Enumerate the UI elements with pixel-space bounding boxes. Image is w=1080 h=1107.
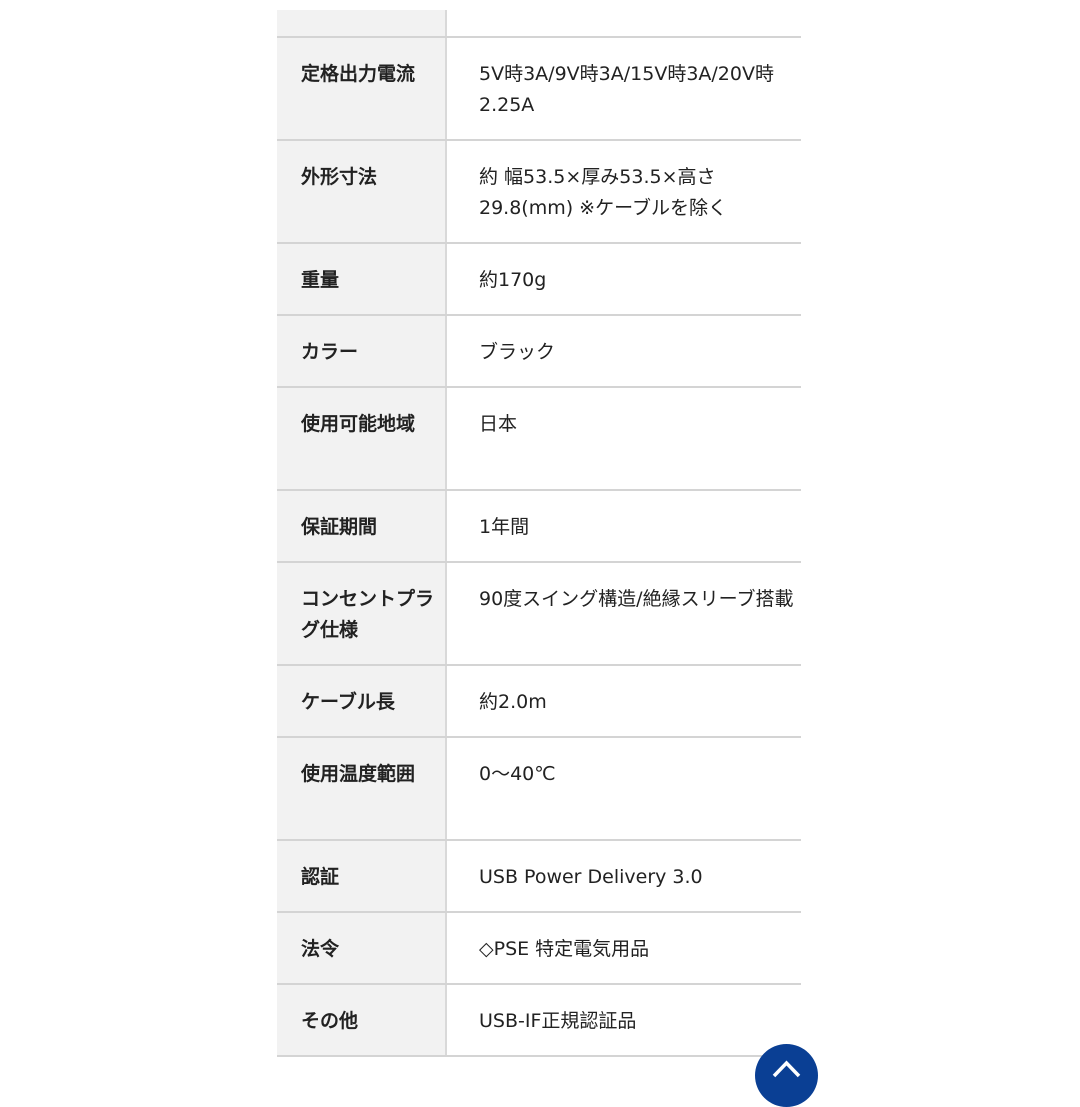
table-row: コンセントプラグ仕様 90度スイング構造/絶縁スリーブ搭載: [277, 563, 801, 666]
row-label: 重量: [277, 244, 447, 314]
table-row: その他 USB-IF正規認証品: [277, 985, 801, 1057]
table-row: 使用温度範囲 0〜40℃: [277, 738, 801, 841]
table-row: 認証 USB Power Delivery 3.0: [277, 841, 801, 913]
row-value: 90度スイング構造/絶縁スリーブ搭載: [479, 588, 794, 610]
row-label: 認証: [277, 841, 447, 911]
table-row: 法令 ◇PSE 特定電気用品: [277, 913, 801, 985]
row-value: ◇PSE 特定電気用品: [479, 938, 650, 960]
row-value: USB-IF正規認証品: [479, 1010, 637, 1032]
table-row: ケーブル長 約2.0m: [277, 666, 801, 738]
row-value: 5V時3A/9V時3A/15V時3A/20V時2.25A: [479, 63, 774, 116]
row-label: 外形寸法: [277, 141, 447, 242]
row-value: USB Power Delivery 3.0: [479, 866, 703, 888]
row-value: 日本: [479, 413, 518, 435]
row-label: 定格出力電流: [277, 38, 447, 139]
table-row-partial: [277, 10, 801, 38]
row-label: [277, 10, 447, 36]
spec-table: 定格出力電流 5V時3A/9V時3A/15V時3A/20V時2.25A 外形寸法約…: [277, 10, 801, 1057]
table-row: 重量 約170g: [277, 244, 801, 316]
row-label: 使用可能地域: [277, 388, 447, 489]
row-label: ケーブル長: [277, 666, 447, 736]
table-row: 定格出力電流 5V時3A/9V時3A/15V時3A/20V時2.25A: [277, 38, 801, 141]
table-row: カラー ブラック: [277, 316, 801, 388]
scroll-to-top-button[interactable]: [755, 1044, 818, 1107]
table-row: 保証期間 1年間: [277, 491, 801, 563]
table-row: 外形寸法約 幅53.5×厚み53.5×高さ29.8(mm) ※ケーブルを除く: [277, 141, 801, 244]
row-value: 1年間: [479, 516, 530, 538]
row-label: カラー: [277, 316, 447, 386]
row-label: 使用温度範囲: [277, 738, 447, 839]
row-label: その他: [277, 985, 447, 1055]
row-value: 約 幅53.5×厚み53.5×高さ29.8(mm) ※ケーブルを除く: [479, 166, 727, 219]
chevron-up-icon: [772, 1060, 801, 1078]
row-value: ブラック: [479, 341, 556, 363]
row-label: 保証期間: [277, 491, 447, 561]
table-row: 使用可能地域 日本: [277, 388, 801, 491]
row-label: コンセントプラグ仕様: [277, 563, 447, 664]
row-value: 約170g: [479, 269, 547, 291]
row-label: 法令: [277, 913, 447, 983]
row-value: [447, 10, 801, 36]
row-value: 0〜40℃: [479, 763, 556, 785]
row-value: 約2.0m: [479, 691, 547, 713]
